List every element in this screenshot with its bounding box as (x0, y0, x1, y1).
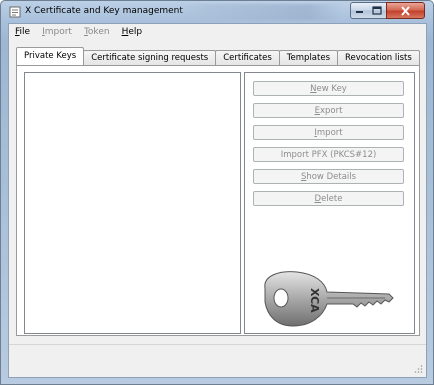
close-icon (401, 5, 410, 16)
menu-help[interactable]: Help (116, 25, 149, 40)
close-button[interactable] (386, 2, 425, 19)
menu-file[interactable]: File (9, 25, 36, 40)
tab-bar: Private Keys Certificate signing request… (16, 47, 420, 65)
window-title: X Certificate and Key management (25, 6, 183, 16)
tab-templates[interactable]: Templates (278, 50, 339, 65)
app-icon (9, 6, 21, 18)
tab-certificate-signing-requests[interactable]: Certificate signing requests (83, 50, 217, 65)
minimize-icon (356, 10, 363, 13)
resize-grip-icon[interactable] (413, 364, 423, 374)
application-window: X Certificate and Key management File Im… (0, 0, 434, 385)
key-engraving: XCA (308, 288, 321, 313)
key-icon: XCA (264, 271, 394, 327)
background-window-title (176, 4, 341, 20)
minimize-button[interactable] (350, 2, 369, 19)
menu-import[interactable]: Import (36, 25, 78, 40)
status-bar (9, 344, 426, 377)
title-bar[interactable]: X Certificate and Key management (1, 1, 433, 23)
tab-private-keys[interactable]: Private Keys (16, 47, 85, 65)
import-pfx-button[interactable]: Import PFX (PKCS#12) (253, 147, 404, 162)
menu-bar: File Import Token Help (9, 24, 426, 41)
export-button[interactable]: Export (253, 103, 404, 118)
delete-button[interactable]: Delete (253, 191, 404, 206)
tab-revocation-lists[interactable]: Revocation lists (337, 50, 420, 65)
private-keys-panel: New Key Export Import Import PFX (PKCS#1… (16, 65, 420, 336)
client-area: File Import Token Help Private Keys Cert… (8, 23, 427, 378)
menu-token[interactable]: Token (78, 25, 116, 40)
show-details-button[interactable]: Show Details (253, 169, 404, 184)
action-button-panel: New Key Export Import Import PFX (PKCS#1… (244, 72, 415, 334)
tab-certificates[interactable]: Certificates (215, 50, 280, 65)
import-button[interactable]: Import (253, 125, 404, 140)
maximize-icon (372, 6, 382, 15)
maximize-button[interactable] (368, 2, 387, 19)
new-key-button[interactable]: New Key (253, 81, 404, 96)
private-keys-list[interactable] (24, 72, 241, 334)
